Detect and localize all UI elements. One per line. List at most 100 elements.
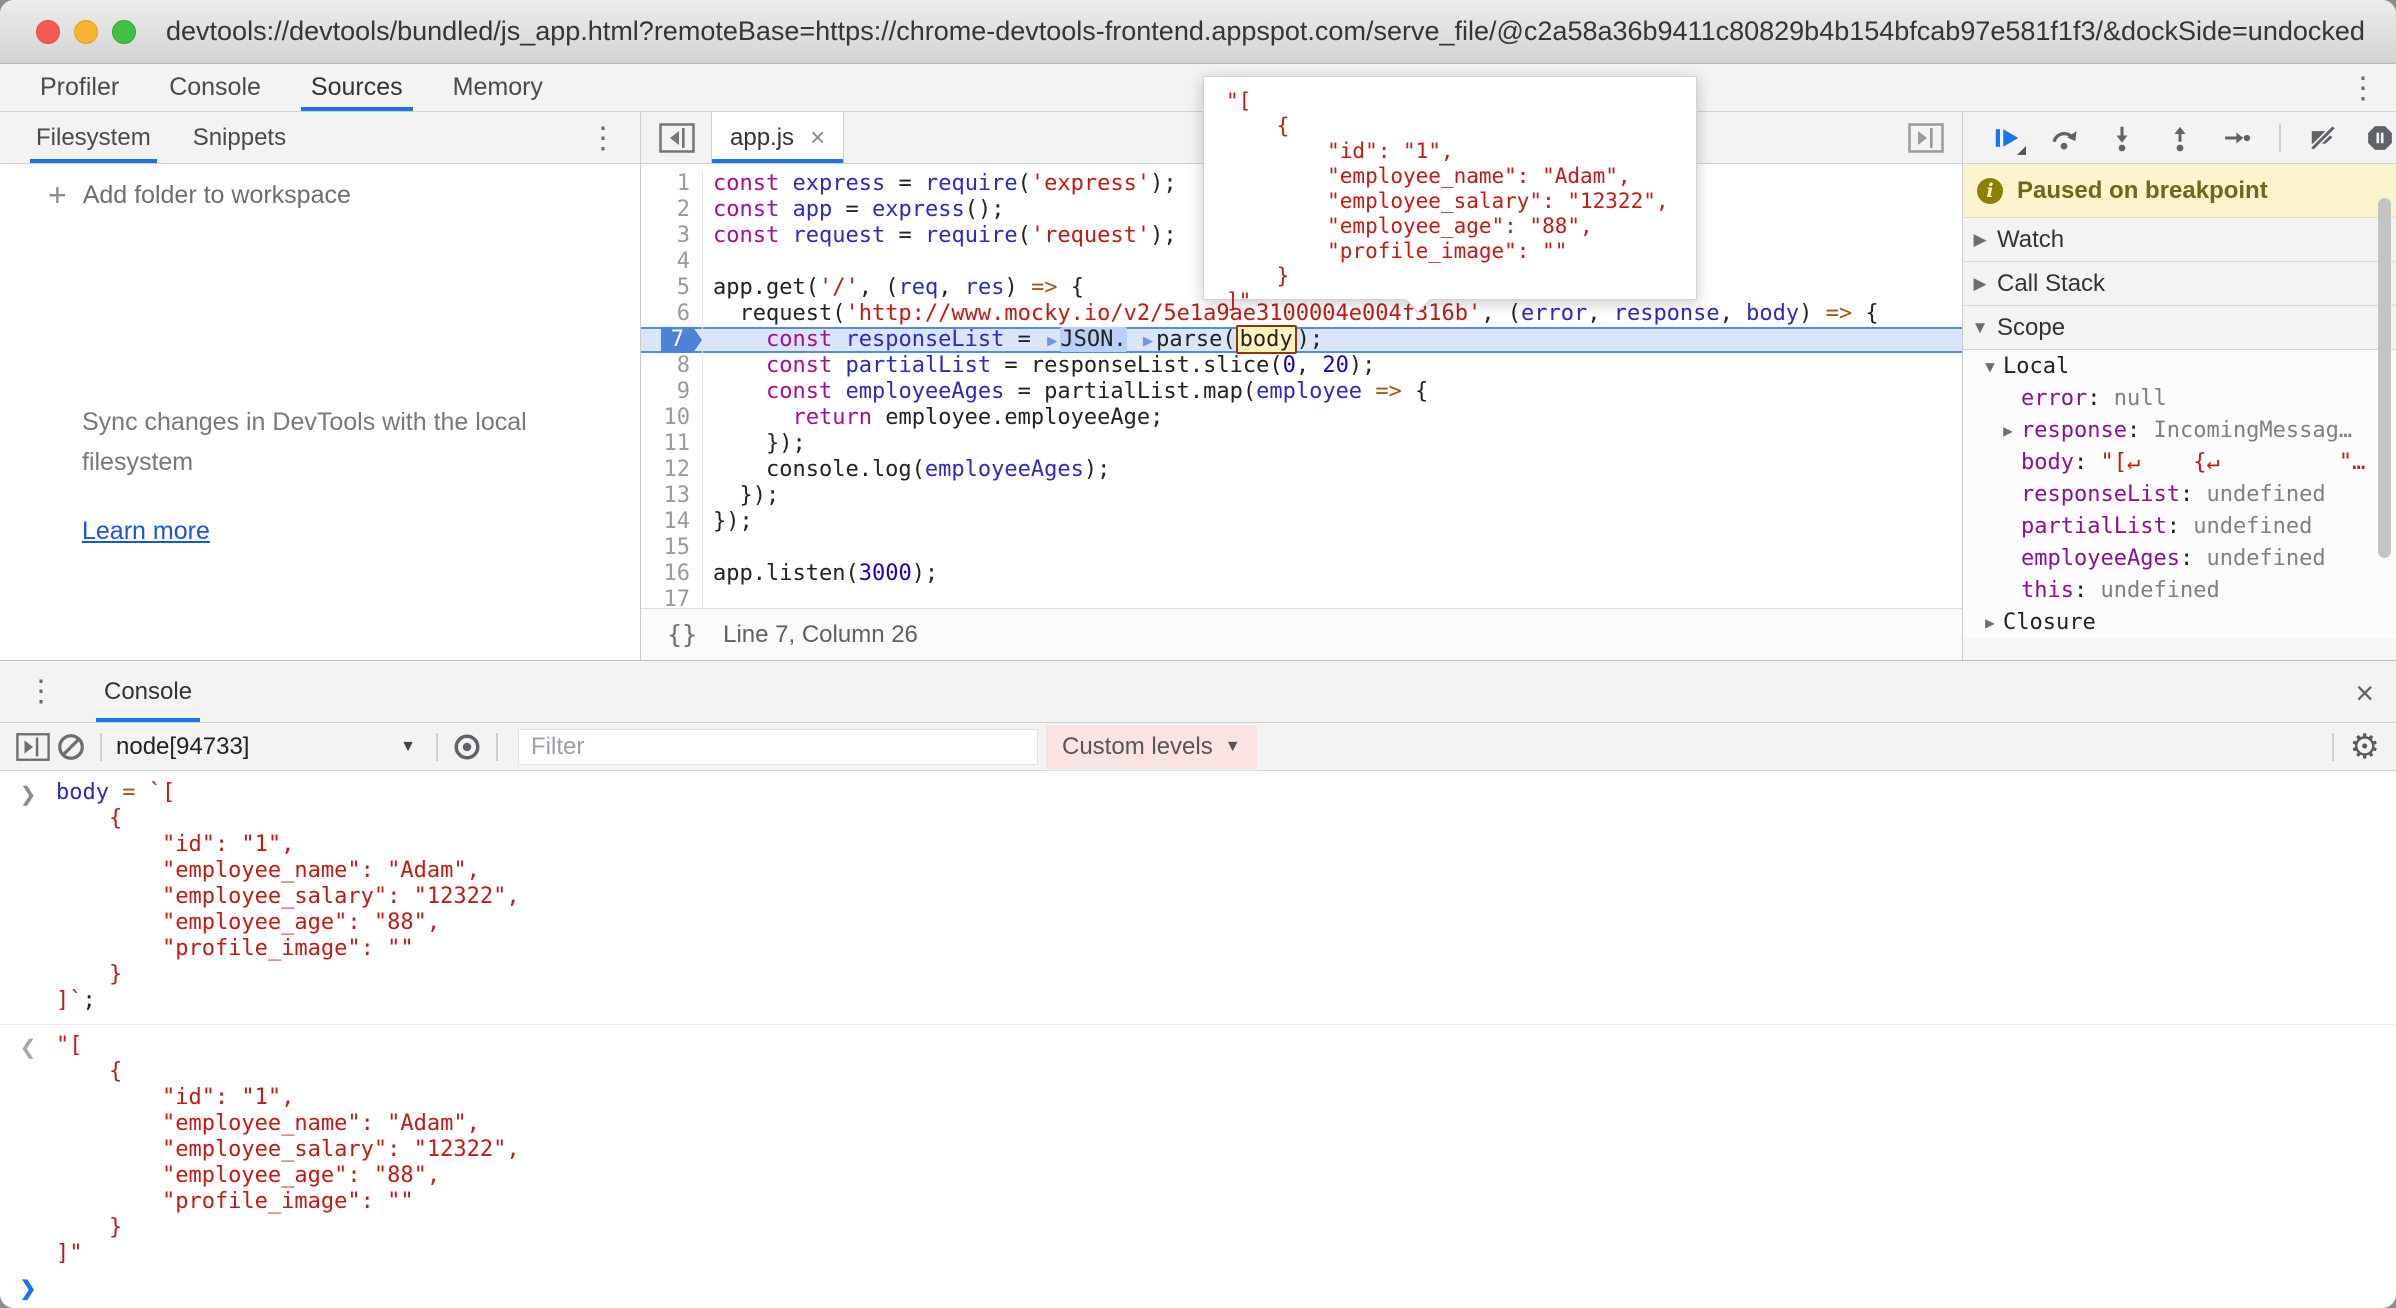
gear-icon[interactable]: ⚙ xyxy=(2350,727,2380,767)
tab-profiler[interactable]: Profiler xyxy=(30,64,129,111)
scope-label: Scope xyxy=(1997,314,2065,342)
line-number-gutter[interactable]: 11 xyxy=(641,431,703,457)
editor-tab-appjs[interactable]: app.js × xyxy=(711,112,844,163)
code-line: 11 }); xyxy=(641,431,1962,457)
code-line-text: }); xyxy=(703,509,753,535)
scope-variable-row[interactable]: employeeAges: undefined xyxy=(1963,542,2396,574)
line-number-gutter[interactable]: 16 xyxy=(641,561,703,587)
code-line-text: console.log(employeeAges); xyxy=(703,457,1110,483)
line-number-gutter[interactable]: 10 xyxy=(641,405,703,431)
separator: : xyxy=(2180,482,2207,507)
console-drawer-tab[interactable]: Console xyxy=(96,661,200,722)
scope-closure-header[interactable]: ▶ Closure xyxy=(1963,606,2396,638)
console-messages: ❯body = `[ { "id": "1", "employee_name":… xyxy=(0,772,2396,1268)
navigator-kebab-icon[interactable]: ⋮ xyxy=(588,124,618,154)
section-watch[interactable]: ▶ Watch xyxy=(1963,218,2396,262)
code-line-text: const partialList = responseList.slice(0… xyxy=(703,353,1375,379)
line-number-gutter[interactable]: 12 xyxy=(641,457,703,483)
scope-variable-row[interactable]: body: "[↵ {↵ "… xyxy=(1963,446,2396,478)
scope-variable-row[interactable]: partialList: undefined xyxy=(1963,510,2396,542)
debugger-toolbar xyxy=(1963,112,2396,164)
toolbar-separator xyxy=(2332,733,2334,761)
line-number-gutter[interactable]: 5 xyxy=(641,275,703,301)
variable-value: undefined xyxy=(2100,578,2219,603)
tooltip-json-value: "[ { "id": "1", "employee_name": "Adam",… xyxy=(1226,89,1696,314)
result-chevron-icon: ❮ xyxy=(0,1033,56,1267)
hide-debugger-sidebar-icon[interactable] xyxy=(1904,120,1948,156)
code-line-text: }); xyxy=(703,483,779,509)
title-bar: devtools://devtools/bundled/js_app.html?… xyxy=(0,0,2396,64)
format-pretty-print-icon[interactable]: {} xyxy=(667,620,697,649)
console-prompt[interactable]: ❯ xyxy=(0,1268,2396,1308)
chevron-right-icon[interactable]: ▶ xyxy=(1995,421,2021,440)
custom-levels-dropdown[interactable]: Custom levels ▼ xyxy=(1046,725,1257,769)
close-icon[interactable]: × xyxy=(2355,675,2374,712)
code-line-text xyxy=(703,587,713,608)
line-number-gutter[interactable]: 4 xyxy=(641,249,703,275)
paused-message: Paused on breakpoint xyxy=(2017,177,2268,205)
line-number-gutter[interactable]: 9 xyxy=(641,379,703,405)
traffic-light-close-icon[interactable] xyxy=(36,20,60,44)
separator: : xyxy=(2180,546,2207,571)
console-header: ⋮ Console × xyxy=(0,661,2396,723)
line-number-gutter[interactable]: 7 xyxy=(641,327,703,353)
section-call-stack[interactable]: ▶ Call Stack xyxy=(1963,262,2396,306)
filter-input[interactable] xyxy=(518,729,1038,765)
learn-more-link[interactable]: Learn more xyxy=(82,517,210,546)
tab-filesystem[interactable]: Filesystem xyxy=(30,112,157,163)
step-over-icon[interactable] xyxy=(2049,121,2081,155)
line-number-gutter[interactable]: 3 xyxy=(641,223,703,249)
tab-snippets[interactable]: Snippets xyxy=(187,112,292,163)
paused-banner: i Paused on breakpoint xyxy=(1963,164,2396,218)
step-icon[interactable] xyxy=(2221,121,2253,155)
code-line-text: const express = require('express'); xyxy=(703,171,1177,197)
line-number-gutter[interactable]: 1 xyxy=(641,171,703,197)
main-menu-kebab-icon[interactable]: ⋮ xyxy=(2348,74,2378,104)
console-kebab-icon[interactable]: ⋮ xyxy=(26,677,56,707)
variable-value: undefined xyxy=(2206,482,2325,507)
execution-context-select[interactable]: node[94733] ▼ xyxy=(116,733,416,761)
scope-local-header[interactable]: ▼ Local xyxy=(1963,350,2396,382)
vertical-scrollbar[interactable] xyxy=(2378,198,2391,558)
scope-variable-row[interactable]: responseList: undefined xyxy=(1963,478,2396,510)
toolbar-separator xyxy=(436,733,438,761)
console-result: ❮"[ { "id": "1", "employee_name": "Adam"… xyxy=(0,1025,2396,1268)
code-line-text: const employeeAges = partialList.map(emp… xyxy=(703,379,1428,405)
line-number-gutter[interactable]: 2 xyxy=(641,197,703,223)
tab-console[interactable]: Console xyxy=(159,64,271,111)
section-scope[interactable]: ▼ Scope xyxy=(1963,306,2396,350)
line-number-gutter[interactable]: 13 xyxy=(641,483,703,509)
pause-on-exceptions-icon[interactable] xyxy=(2364,121,2396,155)
scope-variable-row[interactable]: this: undefined xyxy=(1963,574,2396,606)
clear-console-icon[interactable] xyxy=(52,728,90,766)
watch-label: Watch xyxy=(1997,226,2064,254)
hide-navigator-icon[interactable] xyxy=(657,121,697,155)
variable-value: "[↵ {↵ "… xyxy=(2100,450,2365,475)
add-folder-button[interactable]: + Add folder to workspace xyxy=(0,164,640,226)
resume-script-icon[interactable] xyxy=(1991,121,2023,155)
variable-name: error xyxy=(2021,386,2087,411)
plus-icon: + xyxy=(48,177,67,214)
scope-variable-row[interactable]: error: null xyxy=(1963,382,2396,414)
line-number-gutter[interactable]: 14 xyxy=(641,509,703,535)
show-console-sidebar-icon[interactable] xyxy=(14,728,52,766)
line-number-gutter[interactable]: 8 xyxy=(641,353,703,379)
deactivate-breakpoints-icon[interactable] xyxy=(2307,121,2339,155)
scope-variable-row[interactable]: ▶response: IncomingMessag… xyxy=(1963,414,2396,446)
sync-description: Sync changes in DevTools with the local … xyxy=(82,402,562,482)
line-number-gutter[interactable]: 6 xyxy=(641,301,703,327)
tab-close-icon[interactable]: × xyxy=(810,122,825,153)
code-line: 12 console.log(employeeAges); xyxy=(641,457,1962,483)
live-expression-eye-icon[interactable] xyxy=(448,728,486,766)
traffic-light-zoom-icon[interactable] xyxy=(112,20,136,44)
line-number-gutter[interactable]: 17 xyxy=(641,587,703,608)
step-into-icon[interactable] xyxy=(2106,121,2138,155)
chevron-right-icon: ▶ xyxy=(1963,230,1997,250)
separator: : xyxy=(2074,450,2101,475)
tab-memory[interactable]: Memory xyxy=(443,64,553,111)
tab-sources[interactable]: Sources xyxy=(301,64,413,111)
line-number-gutter[interactable]: 15 xyxy=(641,535,703,561)
step-out-icon[interactable] xyxy=(2164,121,2196,155)
traffic-light-minimize-icon[interactable] xyxy=(74,20,98,44)
code-line-text: const app = express(); xyxy=(703,197,1004,223)
